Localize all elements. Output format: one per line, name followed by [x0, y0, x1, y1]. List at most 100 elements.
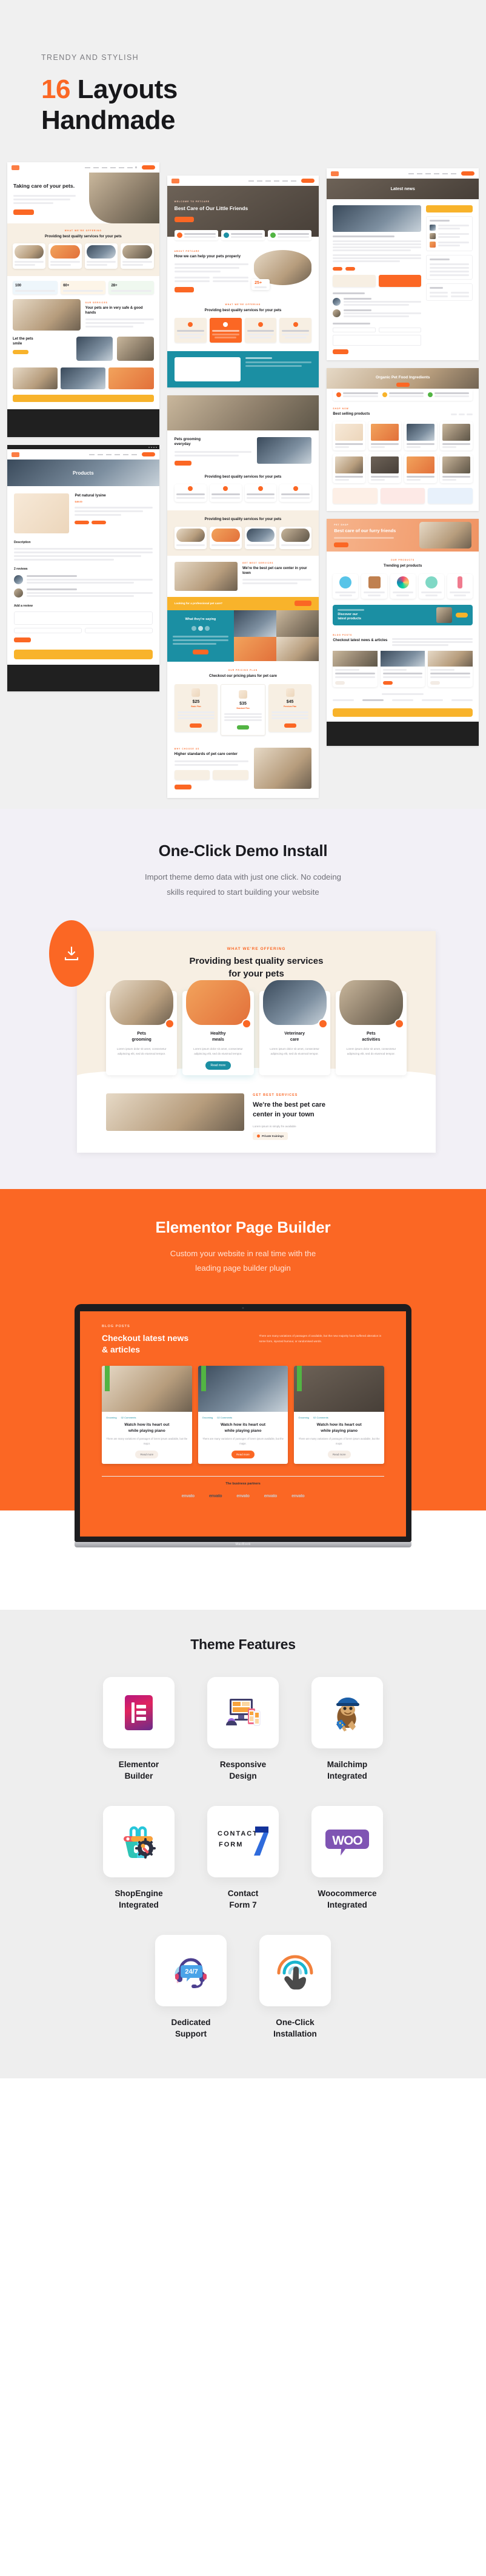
shot-heading: Best selling products: [333, 412, 370, 417]
nav-cta-button[interactable]: [301, 179, 315, 183]
plan-price: $25: [192, 700, 200, 705]
logo-icon: [12, 165, 19, 170]
nav-cta-button[interactable]: [141, 165, 155, 170]
plan-name: Basic Plan: [191, 705, 201, 708]
shot-eyebrow: OUR PRICING PLAN: [228, 669, 258, 671]
post-excerpt: There are many variations of passages of…: [202, 1437, 284, 1446]
feature-one-click-installation[interactable]: One-Click Installation: [256, 1934, 335, 2040]
layout-mockup-grid: Taking care of your pets. WHAT WE'RE OFF…: [0, 162, 486, 799]
service-badge-icon: [394, 1018, 404, 1029]
mockup-blog-single[interactable]: Latest news: [327, 168, 479, 361]
shot-heading: Checkout our pricing plans for pet care: [208, 674, 278, 678]
hero-title-line2: Handmade: [41, 105, 175, 136]
blog-post-card[interactable]: Grooming 02 Comments Watch how its heart …: [198, 1365, 288, 1464]
download-icon[interactable]: [49, 920, 94, 987]
mockup-grooming-services[interactable]: Pets grooming everyday Providing best qua…: [167, 395, 319, 799]
post-category: Grooming: [298, 1415, 309, 1419]
mockup-home-pet-care[interactable]: Taking care of your pets. WHAT WE'RE OFF…: [7, 162, 159, 438]
mockup-home-best-care[interactable]: WELCOME TO PETCARE Best Care of Our Litt…: [167, 176, 319, 387]
demo-preview-screenshot[interactable]: WHAT WE'RE OFFERING Providing best quali…: [77, 931, 436, 1153]
product-name: Pet natural lysine: [75, 493, 106, 498]
feature-label-l2: Integrated: [119, 1900, 159, 1909]
feature-contact-form-7[interactable]: CONTACT FORM Contact Form 7: [204, 1805, 282, 1911]
add-review-label: Add a review: [14, 604, 33, 608]
demo-lower-heading: We're the best pet care center in your t…: [253, 1101, 407, 1120]
contact-form-7-icon: CONTACT FORM: [218, 1824, 268, 1859]
search-icon: [135, 166, 137, 169]
partner-logo: envato: [264, 1494, 278, 1498]
feature-dedicated-support[interactable]: 24/7 Dedicated Support: [151, 1934, 230, 2040]
service-title-l1: Pets: [137, 1031, 147, 1036]
feature-elementor-builder[interactable]: Elementor Builder: [99, 1676, 178, 1782]
shot-heading: Providing best quality services for your…: [204, 308, 282, 312]
laptop-screen: BLOG POSTS Checkout latest news & articl…: [80, 1311, 406, 1537]
post-read-more-button[interactable]: Read more: [135, 1450, 159, 1458]
nav-links: [84, 166, 133, 168]
nav-cta-button[interactable]: [461, 171, 475, 176]
feature-label-l1: ShopEngine: [115, 1888, 163, 1898]
post-read-more-button[interactable]: Read more: [231, 1450, 255, 1458]
shot-eyebrow: WELCOME TO PETCARE: [174, 200, 210, 203]
theme-features-title: Theme Features: [190, 1636, 296, 1652]
shot-eyebrow: WHAT WE'RE OFFERING: [64, 229, 102, 232]
partner-logo: envato: [291, 1494, 305, 1498]
feature-row-3: 24/7 Dedicated Support One-Click Installat…: [0, 1934, 486, 2040]
service-badge-icon: [318, 1018, 328, 1029]
hero-heading-block: TRENDY AND STYLISH 16 Layouts Handmade: [0, 0, 486, 136]
service-card[interactable]: Pets grooming Lorem ipsum dolor sit amet,…: [106, 980, 178, 1076]
laptop-mockup[interactable]: BLOG POSTS Checkout latest news & articl…: [75, 1303, 411, 1547]
post-excerpt: There are many variations of passages of…: [298, 1437, 380, 1446]
feature-label-l1: Dedicated: [171, 2017, 211, 2027]
page-title: 16 Layouts Handmade: [41, 74, 486, 136]
category-ribbon-icon: [297, 1365, 302, 1391]
demo-service-cards: Pets grooming Lorem ipsum dolor sit amet,…: [77, 980, 436, 1076]
blog-post-card[interactable]: Grooming 02 Comments Watch how its heart …: [294, 1365, 385, 1464]
service-read-more-button[interactable]: Read more: [205, 1061, 231, 1070]
laptop-brand-label: MacBook: [235, 1542, 251, 1546]
blog-post-cards: Grooming 02 Comments Watch how its heart …: [102, 1365, 385, 1464]
banner-text: Looking for a professional pet care?: [174, 602, 223, 605]
mockup-shop-grid[interactable]: Organic Pet Food Ingredients SHOP NOW Be…: [327, 368, 479, 512]
blog-post-card[interactable]: Grooming 02 Comments Watch how its heart …: [102, 1365, 192, 1464]
elementor-bottom-white: [0, 1551, 486, 1610]
post-title-l2: while playing piano: [128, 1428, 165, 1433]
feature-label-l2: Builder: [124, 1771, 153, 1780]
screen-eyebrow: BLOG POSTS: [102, 1324, 130, 1328]
service-text: Lorem ipsum dolor sit amet, consectetur …: [346, 1047, 396, 1056]
category-ribbon-icon: [201, 1365, 206, 1391]
service-card[interactable]: Pets activities Lorem ipsum dolor sit ame…: [335, 980, 407, 1076]
feature-label-l2: Support: [175, 2029, 207, 2039]
feature-responsive-design[interactable]: Responsive Design: [204, 1676, 282, 1782]
service-card[interactable]: Healthy meals Lorem ipsum dolor sit amet,…: [182, 980, 254, 1076]
feature-label-l1: Contact: [227, 1888, 259, 1898]
feature-label-l2: Integrated: [327, 1900, 367, 1909]
feature-label-l2: Form 7: [229, 1900, 257, 1909]
post-title-l2: while playing piano: [224, 1428, 262, 1433]
demo-subtitle-line2: skills required to start building your w…: [167, 887, 319, 897]
plan-price: $45: [286, 700, 294, 705]
elementor-title: Elementor Page Builder: [155, 1218, 331, 1237]
post-title-l1: Watch how its heart out: [124, 1422, 170, 1427]
feature-woocommerce-integrated[interactable]: WOO Woocommerce Integrated: [308, 1805, 387, 1911]
mockup-shop-product[interactable]: Products Pet natural lysine $49.00 Descr…: [7, 445, 159, 692]
demo-mock-eyebrow: WHAT WE'RE OFFERING: [227, 947, 286, 952]
screen-heading-l2: & articles: [102, 1344, 141, 1354]
support-badge: 24/7: [185, 1968, 198, 1975]
nav-cta-button[interactable]: [141, 452, 155, 457]
description-label: Description: [14, 541, 31, 545]
demo-mockup-wrap: WHAT WE'RE OFFERING Providing best quali…: [49, 920, 436, 1153]
service-title-l1: Pets: [366, 1031, 376, 1036]
service-card[interactable]: Veterinary care Lorem ipsum dolor sit ame…: [259, 980, 330, 1076]
shot-heading: How we can help your pets properly: [174, 254, 241, 259]
post-read-more-button[interactable]: Read more: [327, 1450, 351, 1458]
feature-label-l1: Woocommerce: [318, 1888, 377, 1898]
mockup-trending-products[interactable]: PET SHOP Best care of our furry friends …: [327, 519, 479, 746]
post-excerpt: There are many variations of passages of…: [106, 1437, 188, 1446]
feature-mailchimp-integrated[interactable]: Mailchimp Integrated: [308, 1676, 387, 1782]
partner-logo: envato: [236, 1494, 250, 1498]
demo-install-title: One-Click Demo Install: [158, 842, 328, 860]
partner-logo: envato: [181, 1494, 195, 1498]
post-comments: 02 Comments: [121, 1415, 136, 1419]
feature-shopengine-integrated[interactable]: ShopEngine Integrated: [99, 1805, 178, 1911]
feature-row-1: Elementor Builder Responsive Design Mail…: [0, 1676, 486, 1782]
